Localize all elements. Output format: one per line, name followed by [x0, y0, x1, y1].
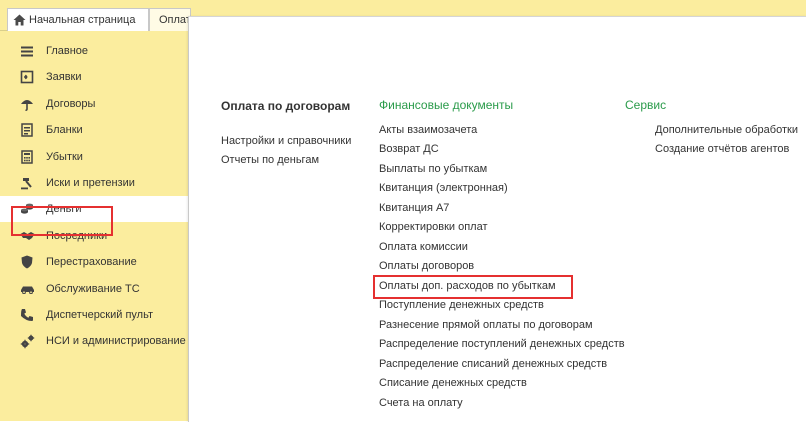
- sidebar-item-label: Договоры: [46, 98, 96, 110]
- link-fin-doc[interactable]: Поступление денежных средств: [379, 299, 544, 311]
- link-fin-doc[interactable]: Квитанция А7: [379, 202, 449, 214]
- col-title-financial-docs: Финансовые документы: [379, 98, 514, 112]
- tab-payments[interactable]: Оплати: [149, 8, 191, 31]
- link-money-reports[interactable]: Отчеты по деньгам: [221, 154, 319, 166]
- link-fin-doc[interactable]: Списание денежных средств: [379, 377, 527, 389]
- col-title-service: Сервис: [625, 98, 667, 112]
- sidebar-item-label: Бланки: [46, 124, 83, 136]
- sidebar-item-label: Деньги: [46, 203, 82, 215]
- sidebar-item-losses[interactable]: Убытки: [0, 144, 188, 170]
- col-title-contract-payments: Оплата по договорам: [221, 99, 351, 113]
- sidebar-item-label: Иски и претензии: [46, 177, 135, 189]
- link-fin-doc[interactable]: Акты взаимозачета: [379, 124, 477, 136]
- coins-icon: [19, 201, 35, 217]
- sidebar-item-label: Заявки: [46, 71, 82, 83]
- sidebar-item-label: Посредники: [46, 230, 108, 242]
- link-fin-doc[interactable]: Распределение поступлений денежных средс…: [379, 338, 625, 350]
- link-fin-doc[interactable]: Выплаты по убыткам: [379, 163, 487, 175]
- handshake-icon: [19, 228, 35, 244]
- sidebar-item-requests[interactable]: Заявки: [0, 64, 188, 90]
- link-fin-doc[interactable]: Разнесение прямой оплаты по договорам: [379, 319, 593, 331]
- link-fin-doc[interactable]: Распределение списаний денежных средств: [379, 358, 607, 370]
- tab-home-label: Начальная страница: [29, 14, 136, 26]
- tab-payments-label: Оплати: [159, 14, 190, 26]
- form-icon: [19, 122, 35, 138]
- shield-icon: [19, 254, 35, 270]
- sidebar-item-claims[interactable]: Иски и претензии: [0, 170, 188, 196]
- inbox-icon: [19, 69, 35, 85]
- menu-icon: [19, 43, 35, 59]
- link-fin-doc[interactable]: Корректировки оплат: [379, 221, 488, 233]
- sidebar-item-label: Обслуживание ТС: [46, 283, 140, 295]
- calculator-icon: [19, 149, 35, 165]
- sidebar-item-dispatch[interactable]: Диспетчерский пульт: [0, 302, 188, 328]
- sidebar-item-main[interactable]: Главное: [0, 38, 188, 64]
- sidebar-item-forms[interactable]: Бланки: [0, 117, 188, 143]
- sidebar-item-admin[interactable]: НСИ и администрирование: [0, 328, 188, 354]
- link-fin-doc[interactable]: Возврат ДС: [379, 143, 439, 155]
- link-extra-loss-payments[interactable]: Оплаты доп. расходов по убыткам: [379, 280, 556, 292]
- sidebar-item-intermediaries[interactable]: Посредники: [0, 223, 188, 249]
- umbrella-icon: [19, 96, 35, 112]
- sidebar-item-label: Убытки: [46, 151, 83, 163]
- link-fin-doc[interactable]: Квитанция (электронная): [379, 182, 508, 194]
- car-icon: [19, 281, 35, 297]
- sidebar: Главное Заявки Договоры Бланки Убытки Ис…: [0, 33, 188, 421]
- phone-icon: [19, 307, 35, 323]
- sidebar-item-label: Диспетчерский пульт: [46, 309, 154, 321]
- link-extra-processing[interactable]: Дополнительные обработки: [655, 124, 798, 136]
- sidebar-item-money[interactable]: Деньги: [0, 196, 188, 222]
- sidebar-item-contracts[interactable]: Договоры: [0, 91, 188, 117]
- sidebar-item-vehicle-service[interactable]: Обслуживание ТС: [0, 276, 188, 302]
- sidebar-item-label: Перестрахование: [46, 256, 137, 268]
- gavel-icon: [19, 175, 35, 191]
- link-agent-reports[interactable]: Создание отчётов агентов: [655, 143, 789, 155]
- link-settings[interactable]: Настройки и справочники: [221, 135, 351, 147]
- sidebar-item-reinsurance[interactable]: Перестрахование: [0, 249, 188, 275]
- link-fin-doc[interactable]: Оплаты договоров: [379, 260, 474, 272]
- link-fin-doc[interactable]: Счета на оплату: [379, 397, 463, 409]
- home-icon: [11, 12, 27, 28]
- tab-home[interactable]: Начальная страница: [7, 8, 149, 31]
- section-panel: Оплата по договорам Настройки и справочн…: [188, 16, 806, 422]
- link-fin-doc[interactable]: Оплата комиссии: [379, 241, 468, 253]
- sidebar-item-label: Главное: [46, 45, 89, 57]
- sidebar-item-label: НСИ и администрирование: [46, 335, 186, 347]
- gears-icon: [19, 333, 35, 349]
